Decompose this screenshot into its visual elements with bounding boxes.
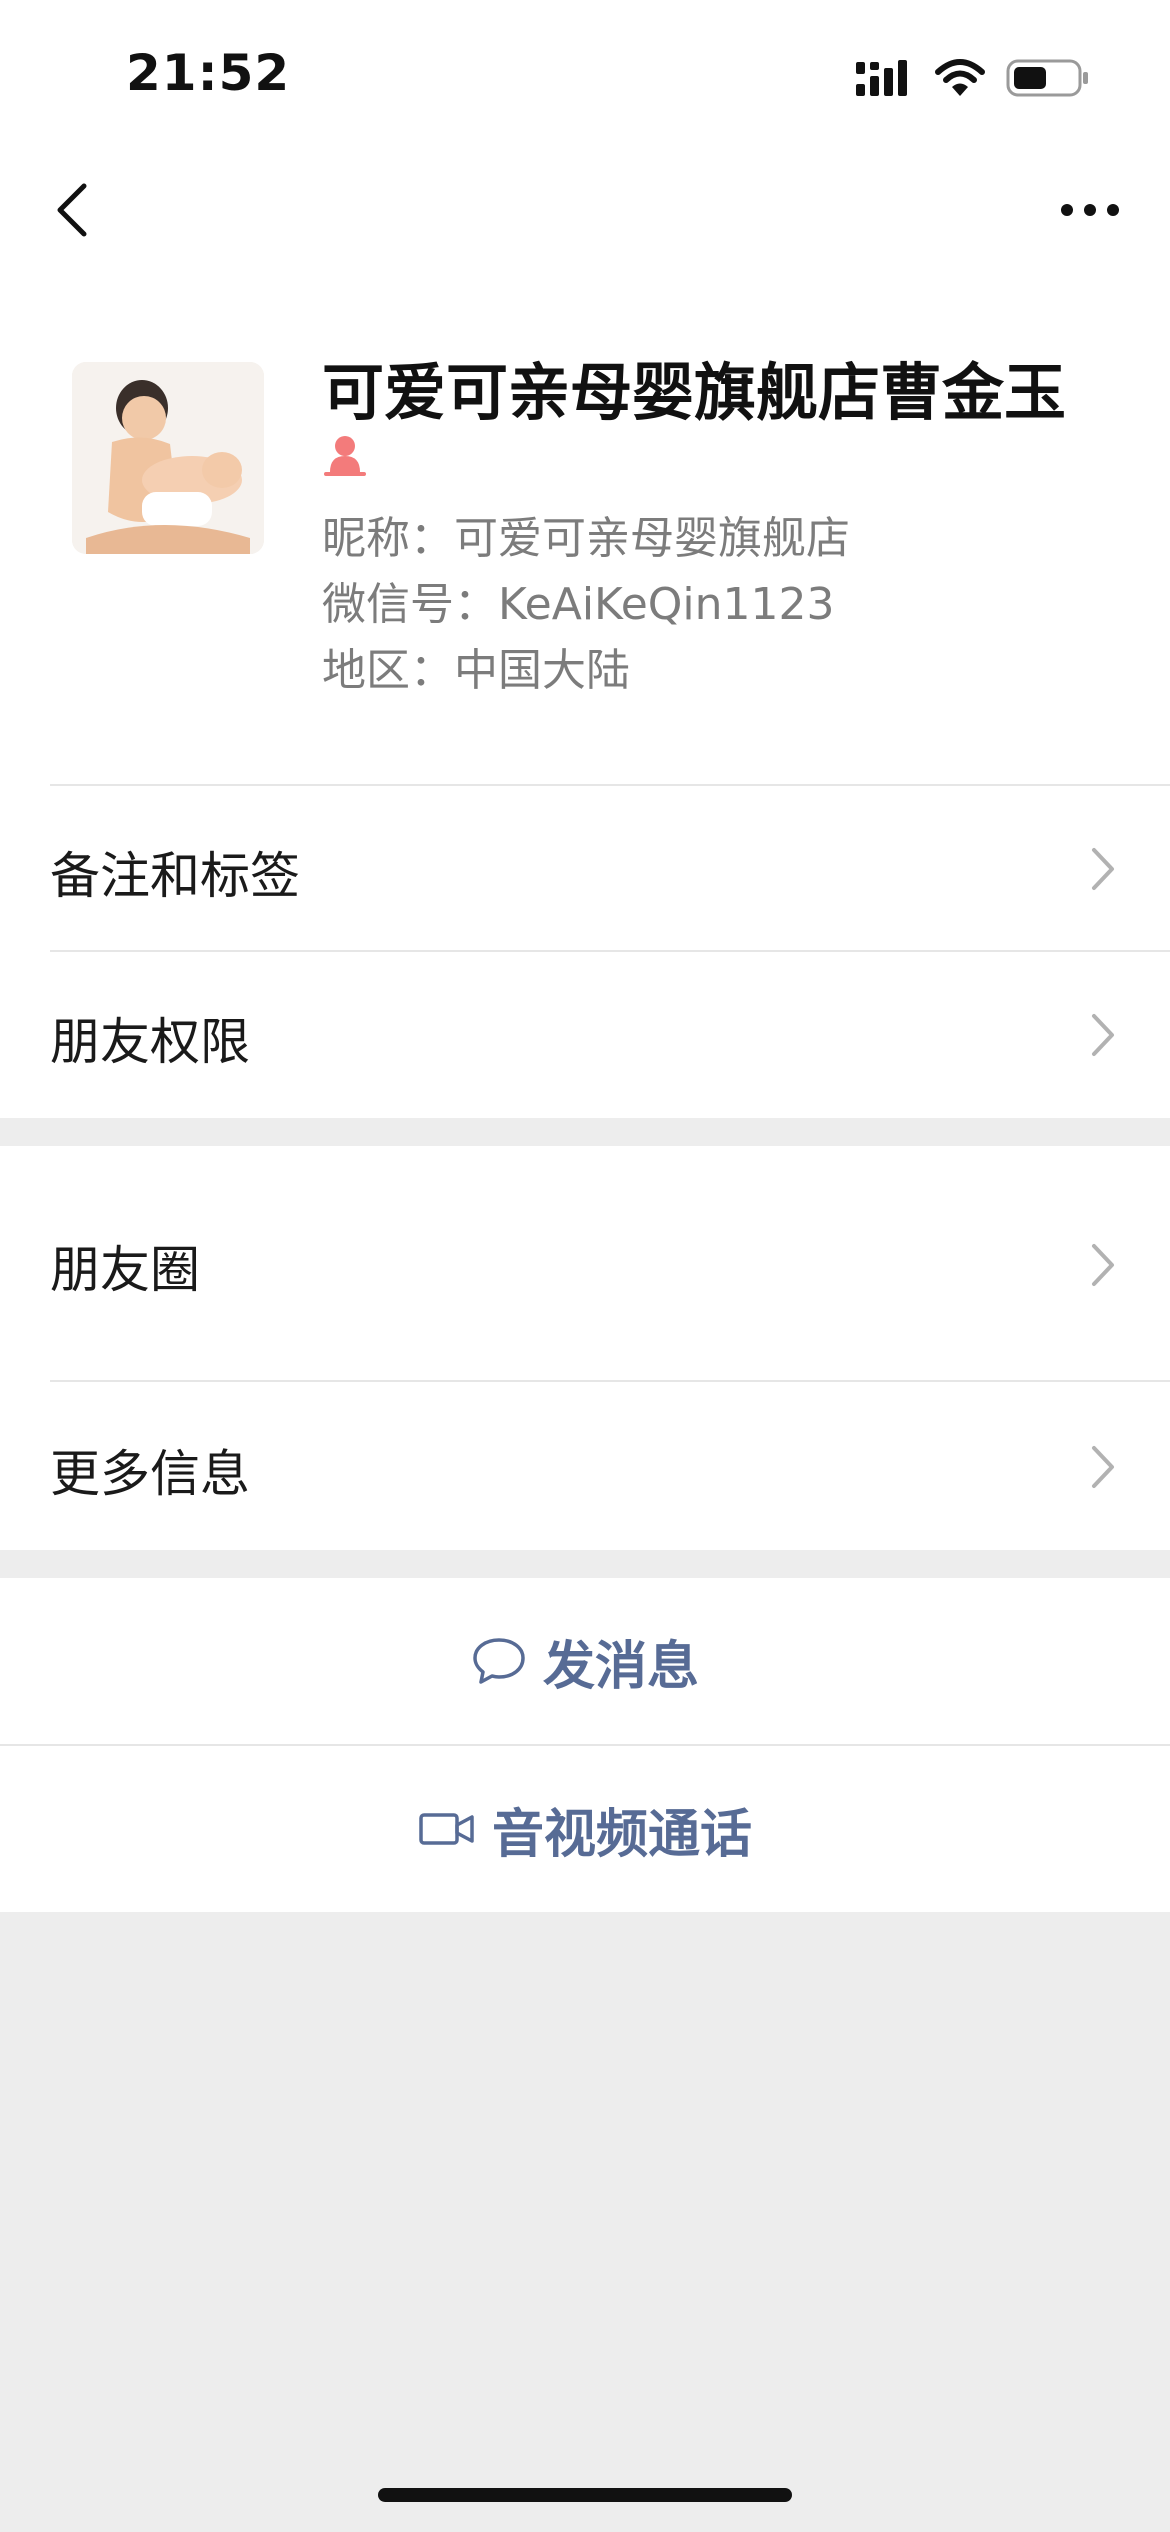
video-call-label: 音视频通话 [491, 1804, 752, 1865]
moments-row[interactable]: 朋友圈 [0, 1146, 1170, 1382]
remarks-and-tags-row[interactable]: 备注和标签 [0, 786, 1170, 952]
wechat-id-text: 微信号：KeAiKeQin1123 [322, 579, 835, 630]
female-icon [324, 436, 366, 476]
send-message-button[interactable]: 发消息 [0, 1578, 1170, 1744]
battery-icon [1006, 59, 1088, 97]
more-info-row[interactable]: 更多信息 [0, 1382, 1170, 1550]
contact-profile-screen: 21:52 可爱可亲母婴旗舰店曹金玉 昵称：可爱可亲母婴旗舰店 微信号：KeAi… [0, 0, 1170, 2532]
video-call-button[interactable]: 音视频通话 [0, 1746, 1170, 1912]
chevron-right-icon [1092, 1014, 1114, 1056]
chat-bubble-icon [473, 1638, 525, 1684]
friend-permissions-row[interactable]: 朋友权限 [0, 952, 1170, 1118]
moments-label: 朋友圈 [50, 1241, 200, 1299]
more-button[interactable] [1050, 178, 1130, 242]
profile-header: 可爱可亲母婴旗舰店曹金玉 昵称：可爱可亲母婴旗舰店 微信号：KeAiKeQin1… [0, 270, 1170, 786]
status-time: 21:52 [126, 44, 291, 102]
avatar[interactable] [72, 362, 264, 554]
avatar-photo [72, 362, 264, 554]
nickname-text: 昵称：可爱可亲母婴旗舰店 [322, 513, 850, 564]
home-indicator[interactable] [378, 2488, 792, 2502]
send-message-label: 发消息 [542, 1636, 699, 1697]
chevron-left-icon [57, 183, 87, 237]
back-button[interactable] [40, 178, 104, 242]
profile-name: 可爱可亲母婴旗舰店曹金玉 [322, 356, 1067, 429]
nav-bar [0, 150, 1170, 270]
chevron-right-icon [1092, 1446, 1114, 1488]
more-dots-icon [1061, 204, 1119, 216]
status-icons [854, 56, 1090, 100]
region-text: 地区：中国大陆 [322, 645, 630, 696]
chevron-right-icon [1092, 848, 1114, 890]
video-camera-icon [419, 1813, 474, 1845]
status-bar: 21:52 [0, 0, 1170, 150]
remarks-and-tags-label: 备注和标签 [50, 847, 300, 905]
cellular-signal-icon [856, 60, 907, 96]
wifi-icon [935, 59, 985, 96]
more-info-label: 更多信息 [50, 1445, 250, 1503]
chevron-right-icon [1092, 1244, 1114, 1286]
friend-permissions-label: 朋友权限 [50, 1013, 250, 1071]
